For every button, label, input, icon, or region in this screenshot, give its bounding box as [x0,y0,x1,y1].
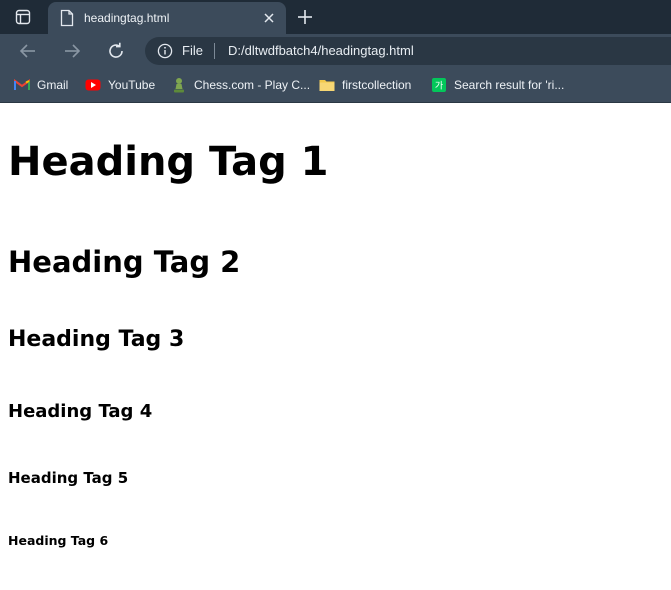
address-separator [214,43,215,59]
youtube-icon [85,77,101,93]
tab-title: headingtag.html [84,11,170,25]
heading-2: Heading Tag 2 [8,245,241,279]
heading-6: Heading Tag 6 [8,533,109,548]
bookmark-youtube[interactable]: YouTube [85,76,155,94]
search-result-icon: 가 [431,77,447,93]
svg-text:가: 가 [435,81,443,92]
heading-1: Heading Tag 1 [8,139,329,185]
tab-headingtag[interactable]: headingtag.html [48,2,286,34]
gmail-icon [14,77,30,93]
page-content: Heading Tag 1 Heading Tag 2 Heading Tag … [0,103,671,590]
forward-arrow-icon[interactable] [62,41,82,61]
tab-strip: headingtag.html [0,0,671,34]
folder-icon [319,77,335,93]
chess-pawn-icon [171,77,187,93]
window-layout-icon [15,9,31,25]
heading-5: Heading Tag 5 [8,469,129,487]
site-info-icon[interactable] [157,43,173,59]
close-tab-icon[interactable] [262,11,276,25]
bookmark-firstcollection[interactable]: firstcollection [319,76,411,94]
tab-actions-button[interactable] [12,6,34,28]
back-arrow-icon[interactable] [18,41,38,61]
heading-3: Heading Tag 3 [8,327,185,352]
bookmarks-bar: Gmail YouTube Chess.com - Play C... firs… [0,68,671,103]
navigation-toolbar: File D:/dltwdfbatch4/headingtag.html [0,34,671,68]
document-icon [60,9,74,27]
bookmark-chess[interactable]: Chess.com - Play C... [171,76,310,94]
new-tab-plus-icon[interactable] [295,7,315,27]
address-bar[interactable]: File D:/dltwdfbatch4/headingtag.html [145,37,671,65]
url-text[interactable]: D:/dltwdfbatch4/headingtag.html [228,41,414,61]
bookmark-label: firstcollection [342,78,412,92]
bookmark-label: Gmail [37,78,69,92]
bookmark-search-result[interactable]: 가 Search result for 'ri... [431,76,564,94]
bookmark-gmail[interactable]: Gmail [14,76,68,94]
bookmark-label: Chess.com - Play C... [194,78,311,92]
reload-icon[interactable] [106,41,126,61]
browser-window: headingtag.html File D:/dltwdfbatch4/hea… [0,0,671,590]
bookmark-label: Search result for 'ri... [454,78,565,92]
scheme-label: File [182,43,203,58]
bookmark-label: YouTube [108,78,156,92]
heading-4: Heading Tag 4 [8,401,153,422]
